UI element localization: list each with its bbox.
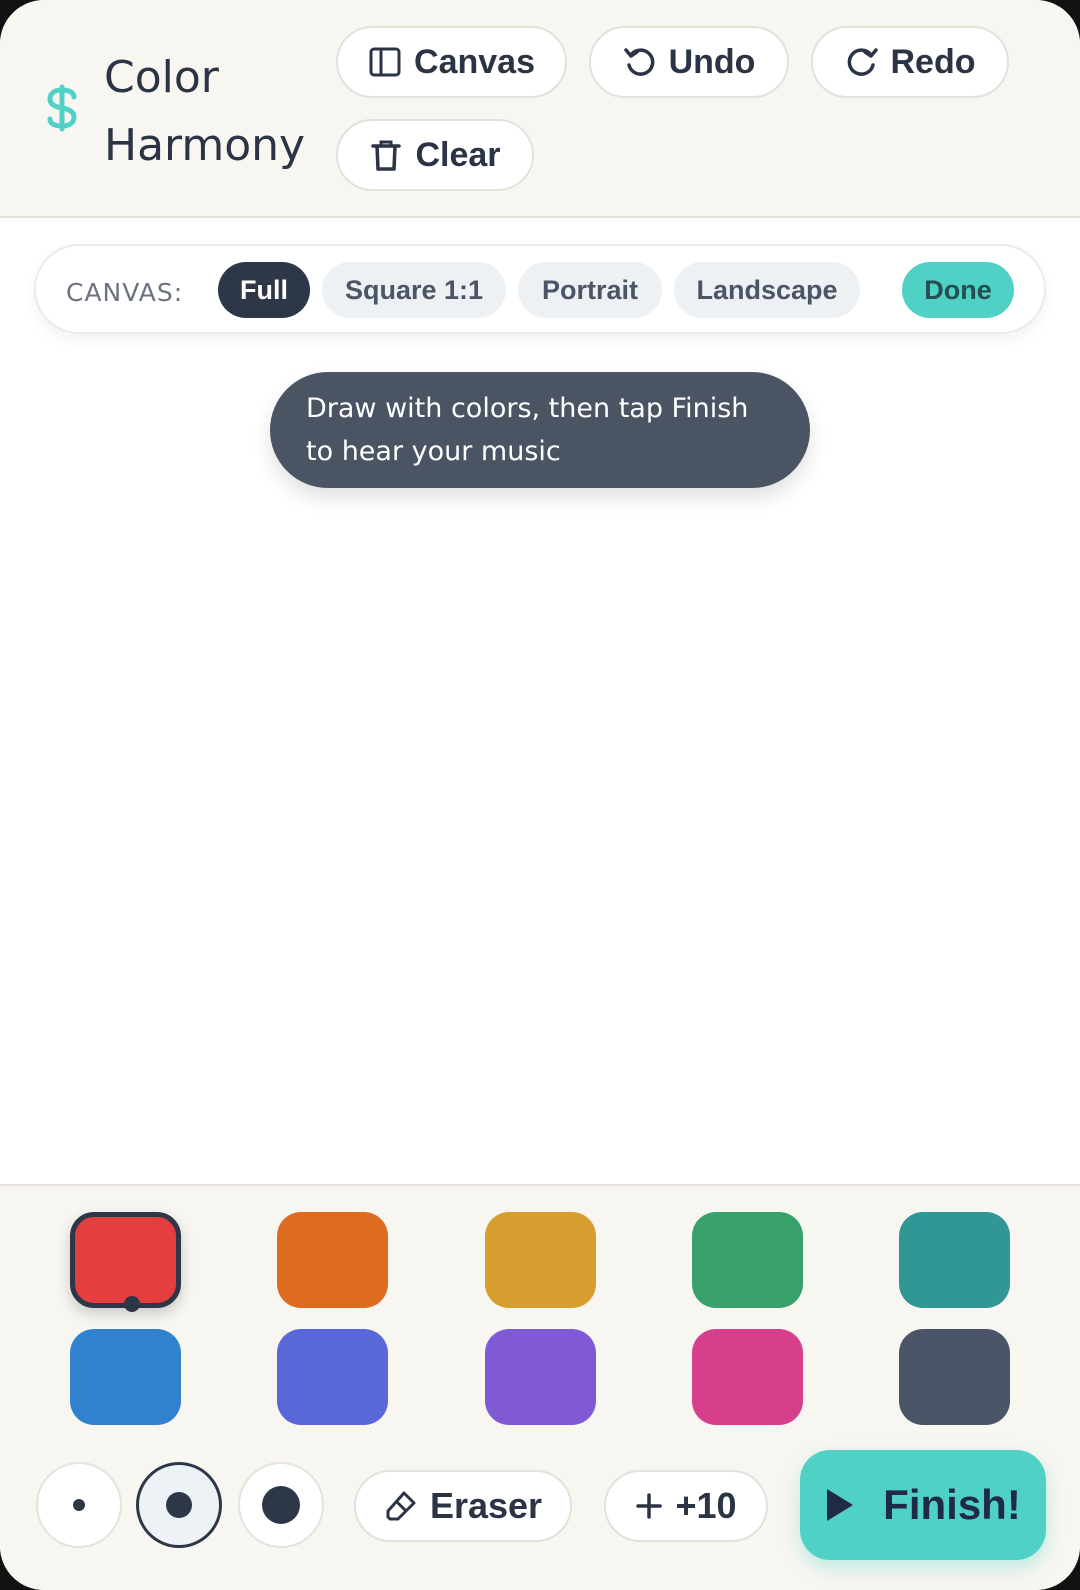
brush-dot-large [262,1486,300,1524]
sidebar-panel-icon [369,47,401,77]
eraser-button[interactable]: Eraser [354,1470,572,1542]
finish-button[interactable]: Finish! [800,1450,1046,1560]
color-swatch[interactable] [485,1329,596,1425]
redo-button[interactable]: Redo [811,26,1009,98]
undo-button[interactable]: Undo [589,26,789,98]
brush-size-small[interactable] [36,1462,122,1548]
add-ten-button[interactable]: +10 [604,1470,768,1542]
plus-icon [636,1493,663,1519]
brush-size-medium[interactable] [136,1462,222,1548]
canvas-option-landscape[interactable]: Landscape [674,262,860,318]
done-button[interactable]: Done [902,262,1014,318]
eraser-button-label: Eraser [429,1485,543,1526]
app-frame: Color Harmony Canvas Undo Redo Clear CAN… [0,0,1080,1590]
undo-icon [623,48,654,76]
redo-icon [847,48,878,76]
app-title-line2: Harmony [104,120,306,171]
eraser-icon [386,1491,416,1521]
brush-dot-medium [166,1492,192,1518]
hint-tooltip: Draw with colors, then tap Finish to hea… [270,372,810,488]
color-swatch[interactable] [277,1329,388,1425]
add-ten-label: +10 [675,1485,737,1526]
header: Color Harmony Canvas Undo Redo Clear [0,0,1080,218]
canvas-size-bar: CANVAS: Full Square 1:1 Portrait Landsca… [34,244,1046,334]
color-swatch[interactable] [692,1212,803,1308]
color-swatch[interactable] [70,1329,181,1425]
trash-icon [371,140,402,171]
color-swatch[interactable] [70,1212,181,1312]
undo-button-label: Undo [668,42,756,81]
drawing-canvas[interactable] [0,220,1080,1184]
color-swatch[interactable] [692,1329,803,1425]
brush-size-large[interactable] [238,1462,324,1548]
redo-button-label: Redo [890,42,976,81]
canvas-option-full[interactable]: Full [218,262,310,318]
selected-indicator [124,1296,140,1312]
color-swatch[interactable] [277,1212,388,1308]
brush-dot-small [73,1499,85,1511]
canvas-button-label: Canvas [414,42,535,81]
play-icon [827,1489,854,1521]
dollar-icon [47,84,77,132]
clear-button-label: Clear [415,135,501,174]
canvas-size-label: CANVAS: [66,278,184,307]
color-swatch[interactable] [899,1329,1010,1425]
color-swatch[interactable] [899,1212,1010,1308]
clear-button[interactable]: Clear [336,119,534,191]
canvas-option-portrait[interactable]: Portrait [518,262,662,318]
color-swatch[interactable] [485,1212,596,1308]
canvas-button[interactable]: Canvas [336,26,567,98]
app-title: Color Harmony [104,44,306,180]
canvas-option-square[interactable]: Square 1:1 [322,262,506,318]
app-title-line1: Color [104,52,219,103]
finish-button-label: Finish! [883,1481,1021,1528]
